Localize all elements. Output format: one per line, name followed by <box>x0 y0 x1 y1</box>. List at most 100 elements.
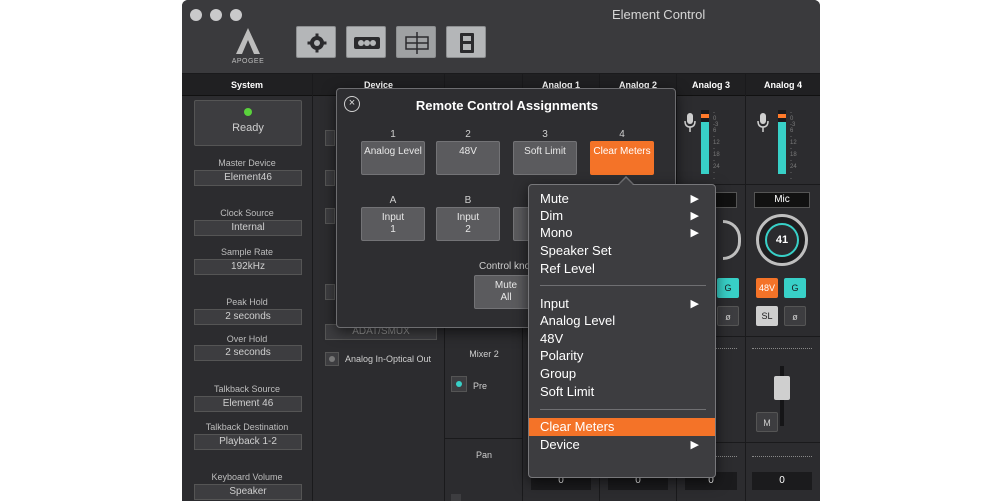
submenu-arrow-icon: ▶ <box>690 439 699 451</box>
menu-item-group[interactable]: Group <box>529 365 715 383</box>
clock-source-label: Clock Source <box>220 208 274 218</box>
assign-slot-3[interactable]: Soft Limit <box>513 141 577 175</box>
channel-header-analog-3: Analog 3 <box>677 74 745 96</box>
io-routing-button[interactable] <box>346 26 386 58</box>
menu-item-analog-level[interactable]: Analog Level <box>529 312 715 330</box>
input-slot-a[interactable]: Input 1 <box>361 207 425 241</box>
device-toggle-4[interactable] <box>325 284 335 300</box>
gain-knob-analog-4[interactable]: 41 <box>756 214 808 266</box>
talkback-source-select[interactable]: Element 46 <box>194 396 302 412</box>
phase-button-analog-3[interactable]: ø <box>717 306 739 326</box>
phase-button-analog-4[interactable]: ø <box>784 306 806 326</box>
menu-pointer-inner <box>618 178 634 186</box>
soft-limit-button-analog-4[interactable]: SL <box>756 306 778 326</box>
master-device-label: Master Device <box>218 158 276 168</box>
keyboard-volume-select[interactable]: Speaker <box>194 484 302 500</box>
master-device-select[interactable]: Element46 <box>194 170 302 186</box>
peak-indicator <box>778 114 786 118</box>
device-toggle-1[interactable] <box>325 130 335 146</box>
input-slot-b-line1: Input <box>456 212 480 223</box>
settings-button[interactable] <box>296 26 336 58</box>
input-slot-b-line2: 2 <box>465 224 471 235</box>
menu-item-soft-limit[interactable]: Soft Limit <box>529 383 715 401</box>
peak-indicator <box>701 114 709 118</box>
submenu-arrow-icon: ▶ <box>690 210 699 222</box>
gain-knob-analog-3[interactable] <box>723 220 741 260</box>
close-window-button[interactable] <box>190 9 202 21</box>
device-toggle-2[interactable] <box>325 170 335 186</box>
minimize-window-button[interactable] <box>210 9 222 21</box>
apogee-logo-icon <box>236 28 260 54</box>
input-type-select-analog-4[interactable]: Mic <box>754 192 810 208</box>
device-toggle-3[interactable] <box>325 208 335 224</box>
microphone-icon <box>684 113 696 132</box>
menu-item-48v[interactable]: 48V <box>529 330 715 348</box>
group-button-analog-3[interactable]: G <box>717 278 739 298</box>
mute-button-analog-4[interactable]: M <box>756 412 778 432</box>
menu-item-mono[interactable]: Mono ▶ <box>529 224 715 242</box>
menu-item-dim[interactable]: Dim ▶ <box>529 207 715 225</box>
strip-divider-3 <box>746 442 820 443</box>
mixer-layout-button[interactable] <box>396 26 436 58</box>
sample-rate-select[interactable]: 192kHz <box>194 259 302 275</box>
menu-item-label: Group <box>540 366 577 381</box>
pan-control[interactable] <box>451 494 461 501</box>
pre-checkbox[interactable] <box>451 376 467 392</box>
peak-hold-select[interactable]: 2 seconds <box>194 309 302 325</box>
level-meter-analog-4 <box>778 110 786 174</box>
meter-fill <box>778 122 786 174</box>
fader-handle-analog-4[interactable] <box>774 376 790 400</box>
level-meter-analog-3 <box>701 110 709 174</box>
device-panel-icon <box>460 33 474 53</box>
zoom-window-button[interactable] <box>230 9 242 21</box>
group-button-analog-4[interactable]: G <box>784 278 806 298</box>
talkback-destination-select[interactable]: Playback 1-2 <box>194 434 302 450</box>
meter-fill <box>701 122 709 174</box>
assign-slot-1[interactable]: Analog Level <box>361 141 425 175</box>
menu-item-polarity[interactable]: Polarity <box>529 347 715 365</box>
input-slot-a-line2: 1 <box>390 224 396 235</box>
input-slot-letter-a: A <box>389 195 397 206</box>
mixer-layout-icon <box>405 32 429 54</box>
device-panel-button[interactable] <box>446 26 486 58</box>
input-slot-b[interactable]: Input 2 <box>436 207 500 241</box>
menu-item-input[interactable]: Input ▶ <box>529 295 715 313</box>
assignment-menu: Mute ▶ Dim ▶ Mono ▶ Speaker Set Ref Leve… <box>528 184 716 478</box>
microphone-icon <box>757 113 769 132</box>
mixer-divider <box>445 438 523 439</box>
optical-out-checkbox[interactable] <box>325 352 339 366</box>
optical-out-label: Analog In-Optical Out <box>345 354 432 364</box>
submenu-arrow-icon: ▶ <box>690 298 699 310</box>
menu-separator <box>540 285 706 286</box>
pan-scale-analog-4 <box>752 456 812 464</box>
meter-scale: -0 -3 6-12-18-24- - <box>790 110 797 182</box>
menu-item-label: Mute <box>540 191 569 206</box>
menu-item-mute[interactable]: Mute ▶ <box>529 190 715 208</box>
menu-item-clear-meters[interactable]: Clear Meters <box>529 418 715 436</box>
title-bar: Element Control APOGEE <box>182 0 820 74</box>
assign-slot-4[interactable]: Clear Meters <box>590 141 654 175</box>
over-hold-select[interactable]: 2 seconds <box>194 345 302 361</box>
talkback-source-label: Talkback Source <box>213 384 281 394</box>
submenu-arrow-icon: ▶ <box>690 193 699 205</box>
assign-slot-2[interactable]: 48V <box>436 141 500 175</box>
io-routing-icon <box>354 37 380 49</box>
phantom-48v-button-analog-4[interactable]: 48V <box>756 278 778 298</box>
mixer-2-label: Mixer 2 <box>469 349 499 359</box>
strip-divider <box>746 184 820 185</box>
pre-label: Pre <box>473 381 488 391</box>
menu-item-label: Device <box>540 437 580 452</box>
menu-item-device[interactable]: Device ▶ <box>529 436 715 454</box>
clock-source-select[interactable]: Internal <box>194 220 302 236</box>
input-slot-a-line1: Input <box>381 212 405 223</box>
menu-item-label: Mono <box>540 225 573 240</box>
slot-number-3: 3 <box>542 129 548 140</box>
menu-item-ref-level[interactable]: Ref Level <box>529 260 715 278</box>
channel-header-analog-4: Analog 4 <box>746 74 820 96</box>
channel-value-analog-4[interactable]: 0 <box>752 472 812 490</box>
slot-number-4: 4 <box>619 129 625 140</box>
window-title: Element Control <box>612 7 706 22</box>
menu-item-label: Speaker Set <box>540 243 612 258</box>
gain-value-analog-4: 41 <box>765 223 799 257</box>
menu-item-speaker-set[interactable]: Speaker Set <box>529 242 715 260</box>
